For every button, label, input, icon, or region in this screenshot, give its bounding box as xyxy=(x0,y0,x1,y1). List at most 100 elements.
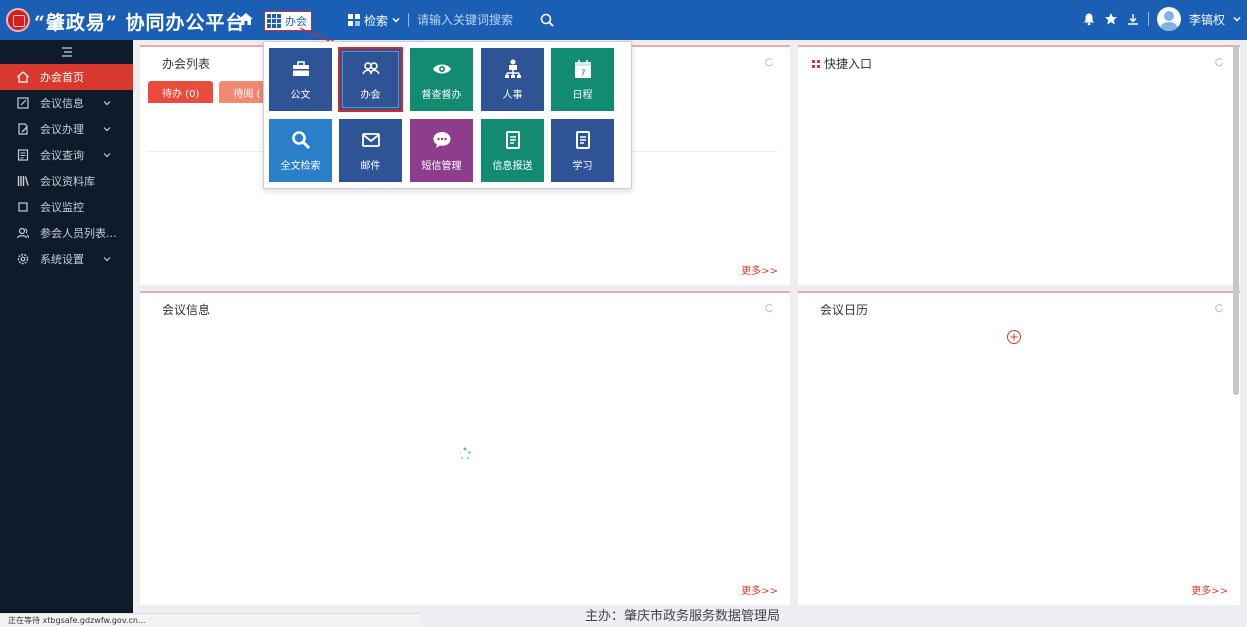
eye-icon xyxy=(432,64,451,74)
chevron-down-icon xyxy=(103,101,111,106)
app-menu-dropdown: 公文 办会 督查督办 人事 7 日程 全文检索 邮件 短信管理 信息报送 学习 xyxy=(263,41,632,189)
app-tile-label: 公文 xyxy=(290,90,311,101)
doc-icon xyxy=(505,131,520,149)
refresh-icon[interactable] xyxy=(1214,57,1224,67)
app-grid-icon xyxy=(267,14,281,28)
app-tile-full-text-search[interactable]: 全文检索 xyxy=(269,119,332,182)
app-tile-label: 学习 xyxy=(572,161,593,172)
sidebar-item-label: 会议资料库 xyxy=(40,175,95,188)
more-link[interactable]: 更多>> xyxy=(1191,582,1228,597)
app-tile-label: 日程 xyxy=(572,90,593,101)
more-link[interactable]: 更多>> xyxy=(741,582,778,597)
gear-icon xyxy=(17,253,29,265)
app-tile-label: 邮件 xyxy=(360,161,381,172)
divider xyxy=(408,13,410,27)
library-icon xyxy=(17,176,29,186)
refresh-icon[interactable] xyxy=(764,303,774,313)
scrollbar[interactable] xyxy=(1233,45,1239,395)
app-tile-documents[interactable]: 公文 xyxy=(269,48,332,111)
avatar[interactable] xyxy=(1156,7,1181,31)
mail-icon xyxy=(361,133,380,147)
quick-entry-panel: 快捷入口 xyxy=(798,45,1240,285)
app-tile-sms[interactable]: 短信管理 xyxy=(410,119,473,182)
home-icon[interactable] xyxy=(238,11,254,27)
sidebar-item-meeting-handling[interactable]: 会议办理 xyxy=(0,116,133,142)
org-chart-icon xyxy=(504,59,521,78)
group-icon xyxy=(361,62,380,75)
sidebar-item-meeting-query[interactable]: 会议查询 xyxy=(0,142,133,168)
user-toolbar: 李镐权 xyxy=(1082,7,1241,31)
sidebar-item-label: 参会人员列表... xyxy=(40,227,117,240)
logo-seal-icon xyxy=(6,8,30,32)
app-tile-info-report[interactable]: 信息报送 xyxy=(481,119,544,182)
refresh-icon[interactable] xyxy=(1214,303,1224,313)
sidebar-item-home[interactable]: 办会首页 xyxy=(0,64,133,90)
app-tile-learning[interactable]: 学习 xyxy=(551,119,614,182)
sidebar-toggle[interactable] xyxy=(0,40,133,64)
chevron-down-icon xyxy=(103,127,111,132)
panel-title-text: 快捷入口 xyxy=(824,57,873,71)
calendar-icon: 7 xyxy=(574,60,591,78)
sidebar-item-meeting-info[interactable]: 会议信息 xyxy=(0,90,133,116)
chevron-down-icon xyxy=(103,257,111,262)
app-tile-supervision[interactable]: 督查督办 xyxy=(410,48,473,111)
app-tile-personnel[interactable]: 人事 xyxy=(481,48,544,111)
calendar-day: 7 xyxy=(580,69,585,78)
sidebar-item-meeting-library[interactable]: 会议资料库 xyxy=(0,168,133,194)
app-tile-mail[interactable]: 邮件 xyxy=(339,119,402,182)
doc-icon xyxy=(575,131,590,149)
app-tile-schedule[interactable]: 7 日程 xyxy=(551,48,614,111)
chat-icon xyxy=(433,132,450,148)
panel-title: 会议日历 xyxy=(820,303,869,317)
footer-sponsor: 主办：肇庆市政务服务数据管理局 xyxy=(585,609,781,624)
app-brand: “肇政易” 协同办公平台 xyxy=(34,12,246,34)
module-switch-label: 办会 xyxy=(285,15,307,28)
search-category-label: 检索 xyxy=(364,13,389,28)
app-tile-label: 办会 xyxy=(360,90,381,101)
search-area: 检索 xyxy=(348,10,555,30)
chevron-down-icon xyxy=(103,153,111,158)
search-category-select[interactable]: 检索 xyxy=(364,12,400,29)
app-tile-label: 全文检索 xyxy=(280,161,321,172)
sidebar-item-attendees[interactable]: 参会人员列表... xyxy=(0,220,133,246)
star-icon[interactable] xyxy=(1104,12,1118,26)
browser-status-bar: 正在等待 xtbgsafe.gdzwfw.gov.cn... xyxy=(0,613,420,627)
loading-spinner-icon xyxy=(459,447,471,460)
sidebar-item-label: 会议办理 xyxy=(40,123,84,136)
briefcase-icon xyxy=(292,61,309,76)
panel-title: 会议信息 xyxy=(162,303,211,317)
download-icon[interactable] xyxy=(1126,12,1140,26)
bell-icon[interactable] xyxy=(1082,12,1096,26)
menu-toggle-icon xyxy=(61,47,72,57)
app-tile-label: 督查督办 xyxy=(421,90,462,101)
tab-todo[interactable]: 待办 (0) xyxy=(148,81,214,103)
users-icon xyxy=(16,227,29,239)
sidebar-item-label: 会议查询 xyxy=(40,149,84,162)
chevron-down-icon xyxy=(392,17,400,23)
meeting-calendar-panel: 会议日历 更多>> xyxy=(798,291,1240,605)
edit-square-icon xyxy=(17,97,29,109)
search-icon[interactable] xyxy=(539,12,555,28)
chevron-down-icon[interactable] xyxy=(1233,15,1241,23)
sidebar-item-label: 办会首页 xyxy=(40,71,84,84)
more-link[interactable]: 更多>> xyxy=(741,262,778,277)
username[interactable]: 李镐权 xyxy=(1189,11,1225,28)
app-tile-label: 短信管理 xyxy=(421,161,462,172)
search-category-icon xyxy=(348,14,360,26)
top-bar: “肇政易” 协同办公平台 办会 检索 李镐权 xyxy=(0,0,1247,40)
home-icon xyxy=(17,71,29,83)
app-tile-label: 人事 xyxy=(502,90,523,101)
app-tile-label: 信息报送 xyxy=(492,161,533,172)
sidebar-item-meeting-monitor[interactable]: 会议监控 xyxy=(0,194,133,220)
list-doc-icon xyxy=(17,149,29,161)
grid-icon xyxy=(812,59,820,68)
sidebar-item-system-settings[interactable]: 系统设置 xyxy=(0,246,133,272)
divider xyxy=(1147,12,1149,26)
search-input[interactable] xyxy=(417,13,536,27)
pencil-doc-icon xyxy=(18,123,28,135)
refresh-icon[interactable] xyxy=(764,57,774,67)
search-icon xyxy=(291,131,310,150)
add-circle-icon[interactable] xyxy=(1006,329,1022,345)
sidebar-item-label: 会议监控 xyxy=(40,201,84,214)
app-tile-meetings[interactable]: 办会 xyxy=(338,47,403,112)
